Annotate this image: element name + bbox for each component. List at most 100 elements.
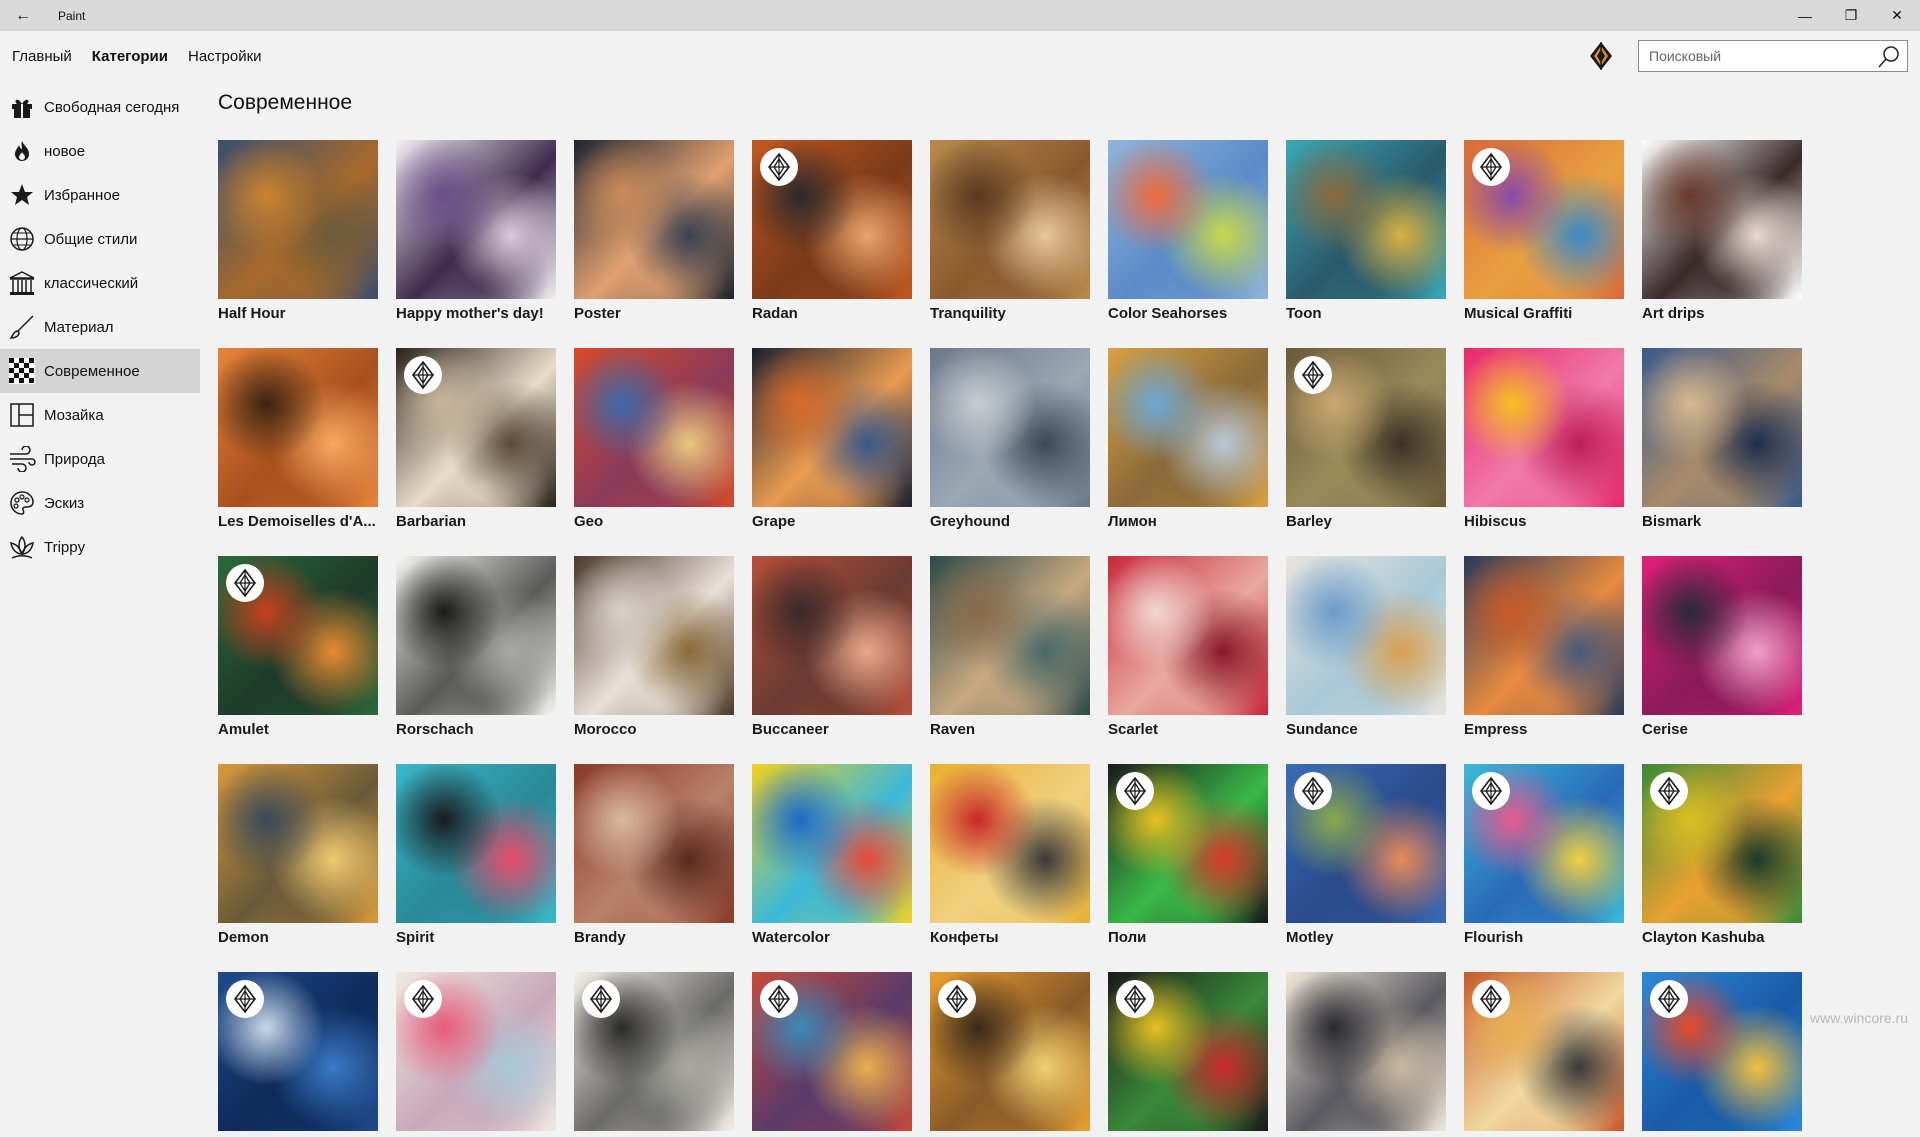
- style-thumbnail[interactable]: [218, 140, 378, 299]
- style-card[interactable]: Barley: [1286, 348, 1446, 530]
- style-card[interactable]: Art drips: [1642, 140, 1802, 322]
- search-box[interactable]: [1638, 40, 1908, 72]
- style-thumbnail[interactable]: [930, 140, 1090, 299]
- style-card[interactable]: [1464, 972, 1624, 1137]
- style-thumbnail[interactable]: [930, 764, 1090, 923]
- style-card[interactable]: Motley: [1286, 764, 1446, 946]
- sidebar-item[interactable]: Свободная сегодня: [0, 85, 200, 129]
- sidebar-item[interactable]: Материал: [0, 305, 200, 349]
- style-card[interactable]: Les Demoiselles d'A...: [218, 348, 378, 530]
- sidebar-item[interactable]: Эскиз: [0, 481, 200, 525]
- style-thumbnail[interactable]: [218, 348, 378, 507]
- style-card[interactable]: Cerise: [1642, 556, 1802, 738]
- style-card[interactable]: Empress: [1464, 556, 1624, 738]
- style-thumbnail[interactable]: [396, 556, 556, 715]
- style-card[interactable]: Buccaneer: [752, 556, 912, 738]
- style-card[interactable]: [752, 972, 912, 1137]
- sidebar-item[interactable]: Мозайка: [0, 393, 200, 437]
- style-thumbnail[interactable]: [218, 972, 378, 1131]
- style-thumbnail[interactable]: [1642, 972, 1802, 1131]
- style-thumbnail[interactable]: [1642, 556, 1802, 715]
- sidebar-item[interactable]: Избранное: [0, 173, 200, 217]
- style-card[interactable]: Sundance: [1286, 556, 1446, 738]
- sidebar-item[interactable]: Trippy: [0, 525, 200, 569]
- style-card[interactable]: Поли: [1108, 764, 1268, 946]
- sidebar-item[interactable]: классический: [0, 261, 200, 305]
- style-thumbnail[interactable]: [930, 348, 1090, 507]
- style-card[interactable]: Grape: [752, 348, 912, 530]
- style-card[interactable]: Morocco: [574, 556, 734, 738]
- style-thumbnail[interactable]: [1108, 348, 1268, 507]
- sidebar-item[interactable]: Общие стили: [0, 217, 200, 261]
- tab-home[interactable]: Главный: [12, 48, 72, 65]
- style-thumbnail[interactable]: [1108, 140, 1268, 299]
- style-thumbnail[interactable]: [1108, 556, 1268, 715]
- sidebar-item[interactable]: Современное: [0, 349, 200, 393]
- style-card[interactable]: Poster: [574, 140, 734, 322]
- style-thumbnail[interactable]: [1642, 140, 1802, 299]
- style-thumbnail[interactable]: [396, 764, 556, 923]
- style-thumbnail[interactable]: [1286, 140, 1446, 299]
- style-card[interactable]: Greyhound: [930, 348, 1090, 530]
- style-card[interactable]: Hibiscus: [1464, 348, 1624, 530]
- style-thumbnail[interactable]: [218, 764, 378, 923]
- style-card[interactable]: Raven: [930, 556, 1090, 738]
- style-thumbnail[interactable]: [1464, 140, 1624, 299]
- style-thumbnail[interactable]: [574, 140, 734, 299]
- style-card[interactable]: Brandy: [574, 764, 734, 946]
- style-thumbnail[interactable]: [1642, 764, 1802, 923]
- style-card[interactable]: Color Seahorses: [1108, 140, 1268, 322]
- style-thumbnail[interactable]: [396, 348, 556, 507]
- style-card[interactable]: [1108, 972, 1268, 1137]
- style-card[interactable]: Tranquility: [930, 140, 1090, 322]
- style-card[interactable]: [930, 972, 1090, 1137]
- style-card[interactable]: Radan: [752, 140, 912, 322]
- style-card[interactable]: Happy mother's day!: [396, 140, 556, 322]
- minimize-button[interactable]: —: [1782, 0, 1828, 31]
- style-card[interactable]: [396, 972, 556, 1137]
- style-card[interactable]: Demon: [218, 764, 378, 946]
- style-card[interactable]: Rorschach: [396, 556, 556, 738]
- maximize-button[interactable]: ❐: [1828, 0, 1874, 31]
- search-icon[interactable]: [1877, 45, 1901, 69]
- style-thumbnail[interactable]: [1286, 348, 1446, 507]
- style-card[interactable]: [218, 972, 378, 1137]
- style-card[interactable]: Лимон: [1108, 348, 1268, 530]
- style-thumbnail[interactable]: [752, 140, 912, 299]
- tab-settings[interactable]: Настройки: [188, 48, 262, 65]
- style-card[interactable]: [1642, 972, 1802, 1137]
- style-thumbnail[interactable]: [930, 556, 1090, 715]
- style-card[interactable]: Flourish: [1464, 764, 1624, 946]
- style-thumbnail[interactable]: [574, 556, 734, 715]
- style-card[interactable]: [1286, 972, 1446, 1137]
- style-card[interactable]: Watercolor: [752, 764, 912, 946]
- style-thumbnail[interactable]: [1108, 972, 1268, 1131]
- style-thumbnail[interactable]: [574, 348, 734, 507]
- style-thumbnail[interactable]: [1464, 764, 1624, 923]
- style-card[interactable]: Spirit: [396, 764, 556, 946]
- search-input[interactable]: [1649, 42, 1874, 70]
- style-thumbnail[interactable]: [930, 972, 1090, 1131]
- style-thumbnail[interactable]: [574, 972, 734, 1131]
- style-card[interactable]: Toon: [1286, 140, 1446, 322]
- back-button[interactable]: ←: [0, 0, 46, 31]
- style-card[interactable]: Geo: [574, 348, 734, 530]
- style-thumbnail[interactable]: [752, 972, 912, 1131]
- style-thumbnail[interactable]: [396, 140, 556, 299]
- style-card[interactable]: [574, 972, 734, 1137]
- style-thumbnail[interactable]: [1464, 348, 1624, 507]
- style-card[interactable]: Clayton Kashuba: [1642, 764, 1802, 946]
- sidebar-item[interactable]: Природа: [0, 437, 200, 481]
- style-thumbnail[interactable]: [1286, 556, 1446, 715]
- style-card[interactable]: Half Hour: [218, 140, 378, 322]
- close-button[interactable]: ✕: [1874, 0, 1920, 31]
- style-card[interactable]: Scarlet: [1108, 556, 1268, 738]
- premium-diamond-icon[interactable]: [1588, 41, 1614, 71]
- style-thumbnail[interactable]: [396, 972, 556, 1131]
- style-card[interactable]: Musical Graffiti: [1464, 140, 1624, 322]
- style-thumbnail[interactable]: [218, 556, 378, 715]
- style-thumbnail[interactable]: [1464, 556, 1624, 715]
- style-card[interactable]: Amulet: [218, 556, 378, 738]
- style-thumbnail[interactable]: [1464, 972, 1624, 1131]
- style-card[interactable]: Barbarian: [396, 348, 556, 530]
